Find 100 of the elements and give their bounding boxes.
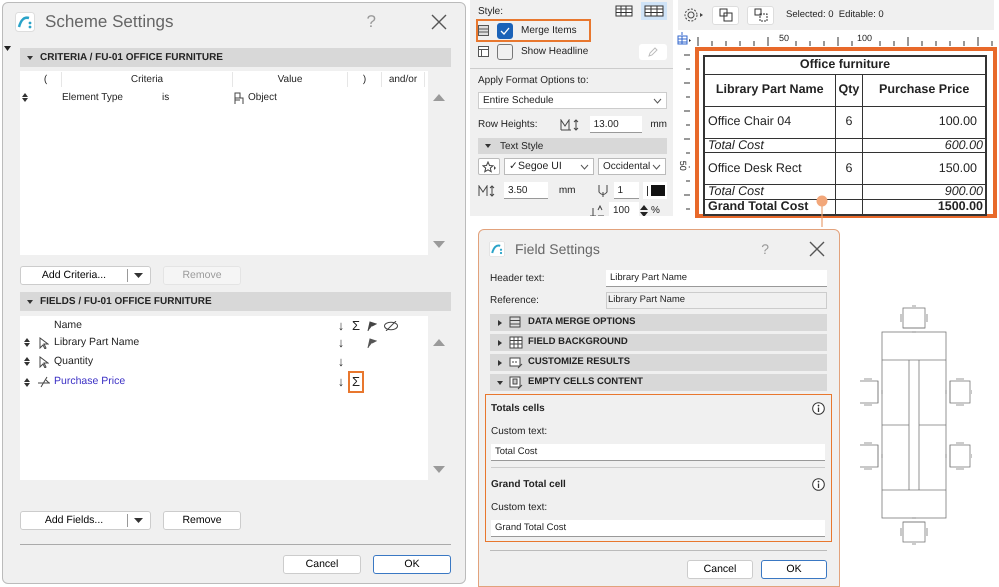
column-insert-icon[interactable]	[676, 32, 692, 46]
chevron-down-icon	[580, 164, 589, 170]
pencil-icon	[648, 46, 658, 56]
reorder-handle-icon[interactable]	[22, 93, 28, 102]
header-text-input[interactable]: Library Part Name	[606, 270, 827, 287]
close-icon[interactable]	[431, 14, 447, 30]
sort-mark[interactable]: ↓	[334, 372, 348, 392]
reorder-handle-icon[interactable]	[24, 357, 30, 366]
remove-button[interactable]: Remove	[163, 511, 241, 530]
caret-icon[interactable]	[26, 54, 34, 62]
caret-icon[interactable]	[496, 338, 504, 346]
section-header[interactable]: EMPTY CELLS CONTENT	[490, 374, 827, 391]
checkbox[interactable]	[497, 44, 513, 60]
field-name[interactable]: Quantity	[54, 354, 334, 370]
checkbox[interactable]	[497, 22, 513, 38]
table-cell: 6	[835, 152, 863, 185]
hidden-eye-icon	[383, 320, 399, 331]
color-swatch[interactable]	[643, 182, 667, 199]
sort-mark[interactable]: ↓	[334, 333, 348, 352]
headline-icon[interactable]	[478, 46, 489, 57]
field-label: Header text:	[490, 272, 546, 286]
reorder-handle-icon[interactable]	[24, 378, 30, 386]
column-header: Qty	[835, 74, 863, 106]
column-header: Σ	[350, 317, 362, 335]
table-style-icon[interactable]	[614, 4, 634, 18]
chevron-down-icon	[652, 164, 661, 170]
table-cell: Total Cost	[704, 138, 835, 153]
status-text: Selected: 0 Editable: 0	[786, 8, 884, 22]
split-button[interactable]: Add Fields...	[20, 511, 151, 530]
section-title: FIELDS / FU-01 OFFICE FURNITURE	[40, 295, 212, 309]
apply-dropdown[interactable]: Entire Schedule	[478, 92, 667, 109]
flag-icon[interactable]	[367, 338, 377, 348]
resize-icon	[718, 8, 732, 22]
font-dropdown[interactable]: ✓Segoe UI	[504, 158, 594, 175]
caret-icon[interactable]	[26, 298, 34, 306]
info-icon[interactable]	[812, 402, 825, 415]
caret-icon[interactable]	[496, 358, 504, 366]
unit-label: mm	[558, 184, 576, 198]
pen-icon	[598, 184, 608, 197]
text-size-input[interactable]: 3.50	[504, 182, 548, 199]
text-scale-icon	[589, 204, 605, 216]
column-header: Criteria	[62, 72, 233, 87]
caret-icon[interactable]	[496, 318, 504, 326]
split-button[interactable]: Add Criteria...	[20, 266, 151, 285]
sum-mark[interactable]: Σ	[348, 371, 364, 393]
favorites-button[interactable]	[478, 158, 500, 175]
row-height-input[interactable]: 13.00	[590, 116, 642, 133]
column-header: (	[30, 72, 62, 87]
section-header[interactable]: FIELDS / FU-01 OFFICE FURNITURE	[20, 292, 451, 311]
field-label: Reference:	[490, 294, 540, 308]
app-logo-icon	[15, 12, 35, 32]
group-title: Totals cells	[491, 402, 545, 416]
ok-button[interactable]: OK	[373, 555, 451, 574]
scale-input[interactable]: 100	[609, 202, 639, 216]
section-header[interactable]: DATA MERGE OPTIONS	[490, 314, 827, 331]
field-name[interactable]: Purchase Price	[54, 374, 334, 390]
arrange-icon	[754, 8, 768, 22]
field-label: Custom text:	[491, 501, 548, 515]
info-icon[interactable]	[812, 478, 825, 491]
section-header[interactable]: CRITERIA / FU-01 OFFICE FURNITURE	[20, 48, 451, 67]
section-header[interactable]: FIELD BACKGROUND	[490, 334, 827, 351]
pointer-icon	[39, 356, 49, 368]
section-header[interactable]: CUSTOMIZE RESULTS	[490, 354, 827, 371]
measure-icon	[37, 376, 51, 388]
table-cell-text: Element Type	[62, 91, 124, 105]
caret-icon[interactable]	[484, 142, 492, 150]
table-title: Office furniture	[704, 56, 986, 74]
reference-field: Library Part Name	[606, 292, 827, 309]
subsection-header[interactable]: Text Style	[478, 138, 667, 154]
custom-text-input[interactable]: Grand Total Cost	[491, 520, 825, 537]
pen-input[interactable]: 1	[614, 182, 640, 199]
checkbox-label[interactable]: Merge Items	[521, 23, 577, 38]
close-icon[interactable]	[809, 241, 825, 257]
ok-button[interactable]: OK	[761, 560, 827, 579]
leader-line	[816, 195, 828, 227]
table-cell: Office Chair 04	[704, 106, 835, 138]
checkbox-label[interactable]: Show Headline	[521, 44, 588, 59]
cell-edit-icon	[509, 376, 523, 390]
field-label: Style:	[478, 4, 504, 18]
cancel-button[interactable]: Cancel	[687, 560, 753, 579]
edit-box-icon	[509, 356, 523, 370]
arrange-button[interactable]	[747, 6, 774, 24]
merge-rows-icon[interactable]	[478, 25, 489, 36]
column-header: Name	[54, 318, 84, 333]
cancel-button[interactable]: Cancel	[283, 555, 361, 574]
sort-mark[interactable]: ↓	[334, 352, 348, 372]
caret-icon[interactable]	[496, 378, 504, 386]
table-cell: 600.00	[862, 138, 986, 153]
gear-icon[interactable]	[682, 6, 704, 24]
window-title: Scheme Settings	[45, 11, 174, 34]
script-dropdown[interactable]: Occidental	[598, 158, 666, 175]
field-name[interactable]: Library Part Name	[54, 334, 334, 351]
resize-button[interactable]	[712, 6, 739, 24]
reorder-handle-icon[interactable]	[24, 338, 30, 348]
flag-icon	[367, 320, 377, 331]
table-style-icon[interactable]	[641, 2, 667, 20]
custom-text-input[interactable]: Total Cost	[491, 444, 825, 461]
column-header: and/or	[382, 72, 425, 87]
column-header: ↓	[336, 317, 346, 335]
table-cell-text: is	[162, 91, 170, 105]
